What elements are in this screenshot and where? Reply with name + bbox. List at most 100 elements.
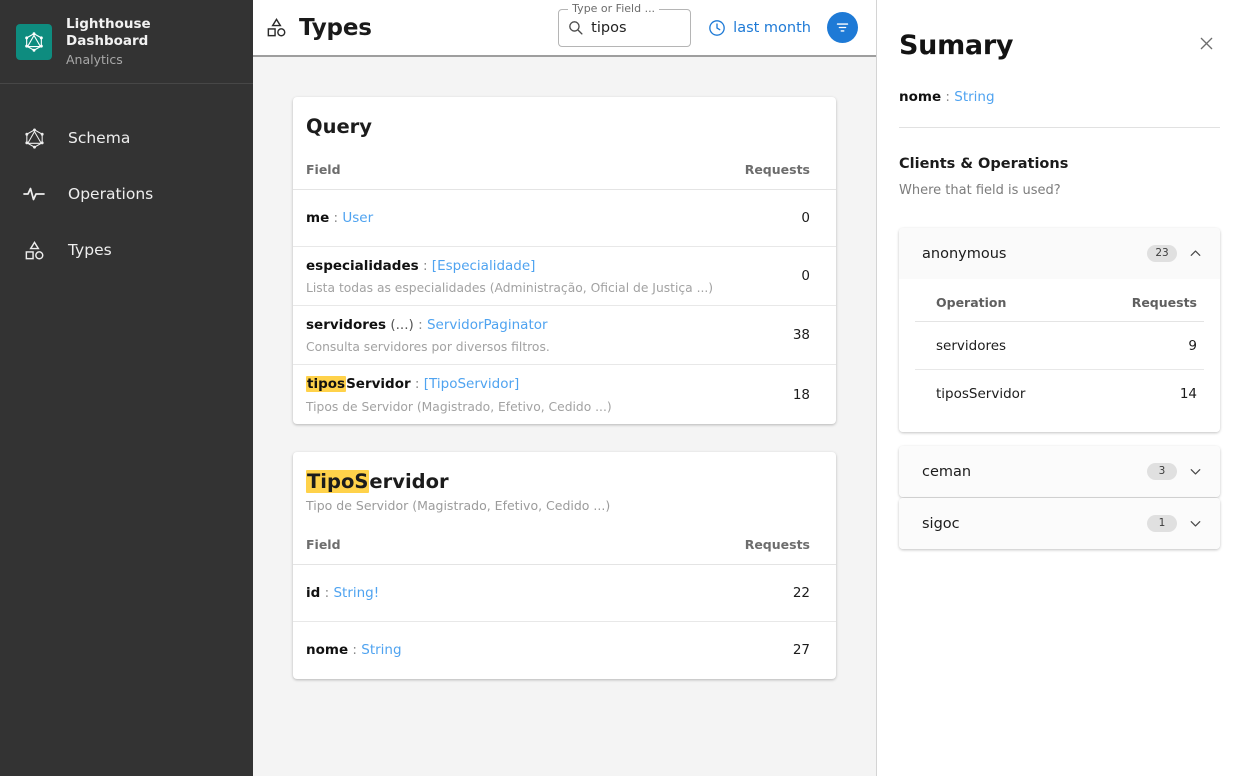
table-row[interactable]: me : User 0: [293, 190, 836, 247]
field-type[interactable]: [Especialidade]: [432, 258, 536, 274]
column-header-field: Field: [306, 536, 341, 552]
client-accordion-header[interactable]: ceman 3: [899, 446, 1220, 497]
field-name: me: [306, 209, 330, 226]
sidebar-item-label: Types: [68, 241, 112, 259]
summary-field-colon: :: [945, 89, 950, 105]
client-accordion: anonymous 23 Operation Requests servidor…: [899, 228, 1220, 432]
field-requests-count: 38: [792, 327, 810, 344]
filter-funnel-icon: [835, 20, 850, 35]
type-card-title: TipoServidor: [306, 469, 449, 493]
field-name: servidores: [306, 317, 387, 334]
field-name: especialidades: [306, 258, 419, 274]
activity-pulse-icon: [14, 182, 54, 206]
sidebar-item-label: Operations: [68, 185, 154, 203]
cards-scroll-area[interactable]: Query Field Requests me : User 0 especia…: [253, 57, 876, 776]
sidebar-item-schema[interactable]: Schema: [0, 110, 253, 166]
field-colon: :: [422, 258, 428, 274]
field-requests-count: 18: [792, 386, 810, 403]
summary-field-name: nome: [899, 89, 942, 105]
operation-row[interactable]: tiposServidor 14: [915, 370, 1204, 418]
field-colon: :: [324, 584, 330, 601]
sidebar-item-operations[interactable]: Operations: [0, 166, 253, 222]
sidebar-item-types[interactable]: Types: [0, 222, 253, 278]
clients-operations-subtitle: Where that field is used?: [899, 183, 1061, 198]
operations-column-headers: Operation Requests: [915, 279, 1204, 322]
chevron-down-icon[interactable]: [1187, 463, 1204, 480]
main-content: Types Type or Field ... tipos last month…: [253, 0, 877, 776]
shapes-icon: [265, 16, 288, 39]
time-range-label: last month: [733, 19, 811, 36]
time-range-selector[interactable]: last month: [707, 18, 811, 38]
client-request-badge: 23: [1147, 245, 1177, 262]
field-type[interactable]: [TipoServidor]: [424, 376, 520, 392]
field-name: tiposServidor: [306, 376, 411, 393]
clients-accordion-list: anonymous 23 Operation Requests servidor…: [899, 228, 1220, 549]
sidebar-item-label: Schema: [68, 129, 131, 147]
field-requests-count: 22: [792, 584, 810, 601]
clients-operations-title: Clients & Operations: [899, 156, 1069, 172]
table-column-headers: Field Requests: [293, 513, 836, 565]
top-bar: Types Type or Field ... tipos last month: [253, 0, 876, 57]
column-header-operation: Operation: [936, 295, 1007, 310]
brand-title: Lighthouse Dashboard: [66, 15, 151, 49]
client-accordion-header[interactable]: sigoc 1: [899, 498, 1220, 549]
type-card-title-text: Query: [306, 115, 373, 138]
sidebar-nav: Schema Operations Types: [0, 84, 253, 278]
close-icon[interactable]: [1193, 30, 1220, 57]
field-colon: :: [333, 209, 339, 226]
field-type[interactable]: ServidorPaginator: [427, 317, 548, 333]
field-type[interactable]: String: [361, 642, 401, 658]
field-requests-count: 0: [801, 210, 810, 226]
table-row[interactable]: nome : String 27: [293, 622, 836, 679]
client-accordion-body: Operation Requests servidores 9 tiposSer…: [899, 279, 1220, 432]
column-header-field: Field: [306, 162, 341, 177]
table-row[interactable]: especialidades : [Especialidade] Lista t…: [293, 247, 836, 307]
client-name: ceman: [922, 463, 972, 480]
field-type[interactable]: User: [342, 210, 373, 226]
top-bar-controls: Type or Field ... tipos last month: [558, 1, 858, 47]
operation-requests: 14: [1179, 386, 1197, 402]
search-highlight: tipos: [306, 376, 347, 393]
column-header-requests: Requests: [744, 162, 810, 177]
clock-icon: [707, 18, 727, 38]
table-column-headers: Field Requests: [293, 138, 836, 190]
page-title-group: Types: [265, 15, 372, 41]
field-description: Lista todas as especialidades (Administr…: [306, 281, 714, 296]
summary-panel-header: Sumary: [899, 30, 1220, 61]
table-row[interactable]: id : String! 22: [293, 565, 836, 622]
field-name: id: [306, 584, 321, 601]
type-card: Query Field Requests me : User 0 especia…: [293, 97, 836, 424]
client-accordion-header[interactable]: anonymous 23: [899, 228, 1220, 279]
client-request-badge: 1: [1147, 515, 1177, 532]
summary-field-type[interactable]: String: [954, 89, 994, 105]
operation-name: servidores: [936, 337, 1007, 354]
summary-field: nome : String: [899, 89, 1220, 105]
field-description: Tipos de Servidor (Magistrado, Efetivo, …: [306, 399, 612, 414]
search-icon: [567, 19, 584, 36]
table-row[interactable]: servidores (...) : ServidorPaginator Con…: [293, 306, 836, 366]
client-accordion: ceman 3: [899, 446, 1220, 497]
field-colon: :: [414, 376, 420, 393]
brand-header[interactable]: Lighthouse Dashboard Analytics: [0, 0, 253, 84]
client-request-badge: 3: [1147, 463, 1177, 480]
client-accordion: sigoc 1: [899, 498, 1220, 549]
operation-row[interactable]: servidores 9: [915, 322, 1204, 370]
chevron-up-icon[interactable]: [1187, 245, 1204, 262]
summary-divider: [899, 127, 1220, 128]
field-type[interactable]: String!: [333, 585, 379, 601]
client-name: sigoc: [922, 515, 960, 532]
type-card-header: Query: [293, 97, 836, 138]
field-requests-count: 27: [792, 642, 810, 659]
search-input[interactable]: Type or Field ... tipos: [558, 1, 692, 47]
operation-name: tiposServidor: [936, 386, 1026, 402]
chevron-down-icon[interactable]: [1187, 515, 1204, 532]
type-card-description: Tipo de Servidor (Magistrado, Efetivo, C…: [306, 497, 611, 513]
shapes-icon: [14, 239, 54, 262]
filter-button[interactable]: [827, 12, 858, 43]
brand-subtitle: Analytics: [66, 51, 123, 67]
field-name: nome: [306, 642, 349, 659]
table-row[interactable]: tiposServidor : [TipoServidor] Tipos de …: [293, 365, 836, 423]
column-header-requests: Requests: [744, 536, 810, 552]
sidebar: Lighthouse Dashboard Analytics Schema Op…: [0, 0, 253, 776]
field-requests-count: 0: [801, 268, 810, 285]
